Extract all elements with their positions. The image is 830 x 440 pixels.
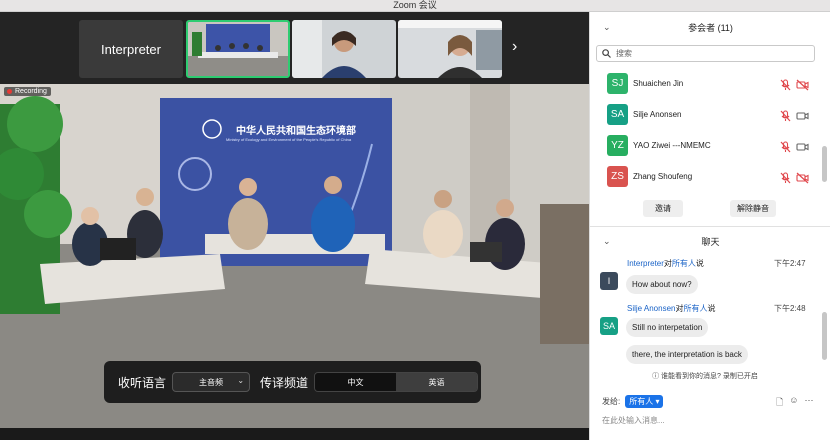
chevron-right-icon[interactable]: ›	[512, 38, 517, 56]
listen-language-select[interactable]: 主音频 ⌄	[172, 372, 251, 392]
participant-video-image	[292, 20, 396, 78]
chat-to: 对	[663, 259, 672, 268]
send-to-row: 发给: 所有人 ▾	[602, 395, 664, 408]
participant-row[interactable]: SJ Shuaichen Jin	[590, 68, 820, 99]
chat-scrollbar[interactable]	[822, 312, 827, 360]
chat-message-bubble: there, the interpretation is back	[626, 345, 748, 364]
chat-audience: 所有人	[671, 259, 696, 268]
mic-muted-icon[interactable]	[779, 171, 792, 183]
participant-name: Silje Anonsen	[633, 110, 682, 119]
video-icon[interactable]	[796, 140, 809, 152]
recording-dot-icon	[7, 89, 12, 94]
video-area: Interpreter › Recording 中华人民共和国生态环境部 Min…	[0, 12, 589, 440]
chat-avatar: SA	[600, 317, 618, 335]
collapse-chat-icon[interactable]: ⌄	[603, 236, 611, 247]
avatar: SJ	[607, 73, 628, 94]
search-icon	[602, 49, 611, 58]
chat-sender[interactable]: Interpreter	[627, 259, 664, 268]
mic-muted-icon[interactable]	[779, 78, 792, 90]
emoji-icon[interactable]: ☺	[789, 395, 798, 411]
chevron-down-icon: ⌄	[237, 376, 245, 385]
send-to-value: 所有人	[629, 397, 654, 406]
thumbnail-participant-woman[interactable]	[292, 20, 396, 78]
collapse-participants-icon[interactable]: ⌄	[603, 22, 611, 33]
chat-visibility-notice[interactable]: ⓘ 谁能看到你的消息? 录制已开启	[590, 371, 820, 381]
avatar: ZS	[607, 166, 628, 187]
notice-text: 谁能看到你的消息? 录制已开启	[661, 373, 758, 380]
mic-muted-icon[interactable]	[779, 109, 792, 121]
mic-muted-icon[interactable]	[779, 140, 792, 152]
avatar: YZ	[607, 135, 628, 156]
chat-sender[interactable]: Silje Anonsen	[627, 304, 675, 313]
panel-divider	[590, 226, 830, 227]
interpretation-bar: 收听语言 主音频 ⌄ 传译频道 中文 英语	[104, 361, 481, 403]
video-off-icon[interactable]	[796, 171, 809, 183]
avatar: SA	[607, 104, 628, 125]
send-to-label: 发给:	[602, 397, 621, 406]
channel-segmented-control: 中文 英语	[314, 372, 479, 392]
channel-option-chinese[interactable]: 中文	[315, 373, 397, 391]
chat-message-bubble: How about now?	[626, 275, 698, 294]
backdrop-title-cn: 中华人民共和国生态环境部	[236, 126, 356, 137]
conference-room-thumbnail-image	[188, 22, 288, 76]
search-placeholder: 搜索	[616, 49, 632, 58]
unmute-all-button[interactable]: 解除静音	[730, 200, 776, 217]
chat-suffix: 说	[707, 304, 716, 313]
participants-search[interactable]: 搜索	[596, 45, 815, 62]
more-icon[interactable]: ⋯	[804, 395, 813, 411]
gallery-strip: Interpreter ›	[0, 12, 589, 84]
chat-message-header: Silje Anonsen对所有人说	[627, 303, 715, 314]
participant-name: YAO Ziwei ---NMEMC	[633, 141, 711, 150]
chat-audience: 所有人	[683, 304, 708, 313]
chat-timestamp: 下午2:48	[774, 304, 806, 313]
send-to-select[interactable]: 所有人 ▾	[625, 395, 664, 408]
participant-name: Zhang Shoufeng	[633, 172, 693, 181]
video-off-icon[interactable]	[796, 78, 809, 90]
participants-list: SJ Shuaichen Jin SA Silje Anonsen YZ YAO…	[590, 68, 820, 192]
recording-label: Recording	[15, 88, 47, 95]
participant-row[interactable]: ZS Zhang Shoufeng	[590, 161, 820, 192]
chat-avatar: I	[600, 272, 618, 290]
participant-name: Shuaichen Jin	[633, 79, 684, 88]
recording-indicator: Recording	[4, 87, 51, 96]
chat-message-header: Interpreter对所有人说	[627, 258, 704, 269]
participant-actions: 邀请 解除静音	[590, 198, 820, 220]
channel-label: 传译频道	[260, 375, 309, 390]
file-icon[interactable]: 🗋	[776, 395, 783, 411]
participant-video-image	[398, 20, 502, 78]
participants-header: ⌄ 参会者 (11)	[590, 12, 830, 42]
channel-option-english[interactable]: 英语	[396, 373, 478, 391]
thumbnail-conference-room[interactable]	[186, 20, 290, 78]
chat-timestamp: 下午2:47	[774, 259, 806, 268]
participant-row[interactable]: YZ YAO Ziwei ---NMEMC	[590, 130, 820, 161]
listen-language-label: 收听语言	[118, 375, 167, 390]
chat-suffix: 说	[695, 259, 704, 268]
chat-input[interactable]: 在此处输入消息...	[602, 415, 665, 426]
listen-language-value: 主音频	[199, 377, 224, 387]
participants-scrollbar[interactable]	[822, 146, 827, 182]
chat-title: 聊天	[701, 236, 720, 247]
chat-message-bubble: Still no interpetation	[626, 318, 709, 337]
backdrop-title-en: Ministry of Ecology and Environment of t…	[226, 137, 352, 142]
participant-row[interactable]: SA Silje Anonsen	[590, 99, 820, 130]
invite-button[interactable]: 邀请	[643, 200, 683, 217]
window-title: Zoom 会议	[0, 0, 830, 12]
chat-header: ⌄ 聊天	[590, 230, 830, 252]
thumbnail-participant-headset[interactable]	[398, 20, 502, 78]
video-icon[interactable]	[796, 109, 809, 121]
chat-tools: 🗋 ☺ ⋯	[776, 395, 813, 411]
interpreter-tile[interactable]: Interpreter	[79, 20, 183, 78]
info-icon: ⓘ	[652, 373, 660, 380]
side-panel: ⌄ 参会者 (11) 搜索 SJ Shuaichen Jin SA Silje …	[589, 12, 830, 440]
participants-title: 参会者 (11)	[688, 22, 733, 33]
